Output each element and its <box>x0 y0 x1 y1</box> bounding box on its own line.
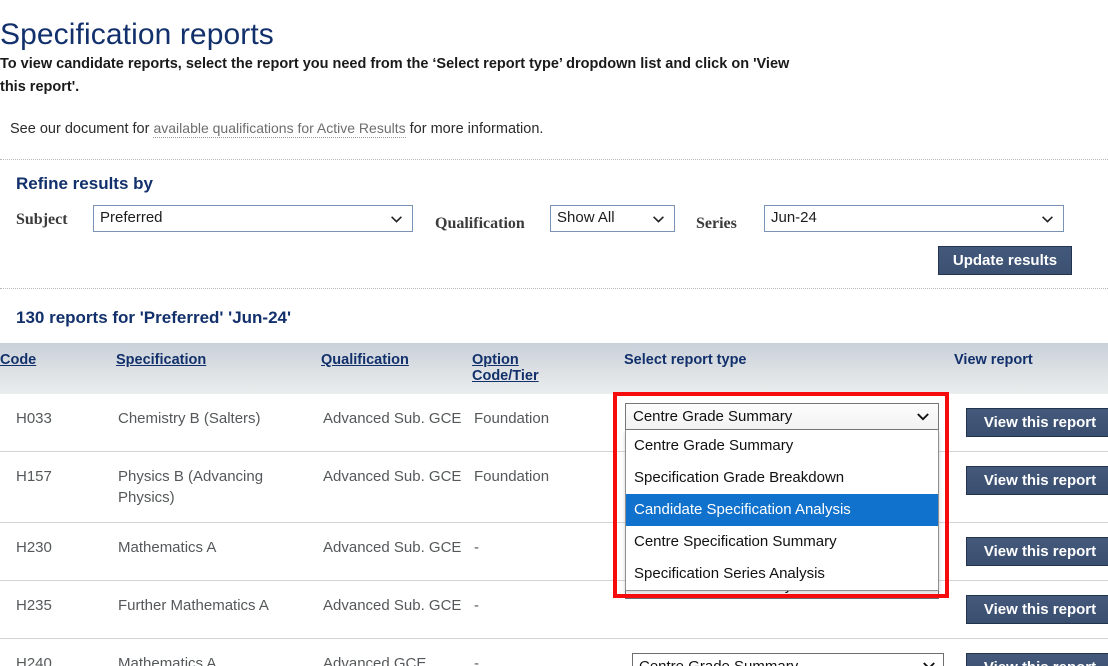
view-this-report-button[interactable]: View this report <box>966 408 1108 437</box>
column-header-option-code-tier[interactable]: Option Code/Tier <box>472 343 624 394</box>
table-header-row: Code Specification Qualification Option … <box>0 343 1108 394</box>
divider-results <box>0 288 1108 289</box>
view-this-report-button[interactable]: View this report <box>966 653 1108 666</box>
series-select[interactable]: Jun-24 <box>764 205 1064 232</box>
report-type-select[interactable]: Centre Grade Summary <box>632 653 944 666</box>
document-info-line: See our document for available qualifica… <box>10 120 543 137</box>
column-header-view-report-label: View report <box>954 352 1033 368</box>
cell-option-code-tier: - <box>472 639 624 666</box>
cell-specification: Physics B (Advancing Physics) <box>116 452 321 523</box>
table-row: H235 Further Mathematics A Advanced Sub.… <box>0 581 1108 639</box>
report-type-select-wrap: Centre Grade Summary <box>632 653 944 666</box>
column-header-option-line1[interactable]: Option <box>472 352 519 368</box>
reports-table-wrap: Code Specification Qualification Option … <box>0 343 1108 666</box>
refine-results-heading: Refine results by <box>16 174 153 194</box>
results-count-text: 130 reports for 'Preferred' 'Jun-24' <box>16 308 291 328</box>
cell-qualification: Advanced Sub. GCE <box>321 452 472 523</box>
cell-view-report: View this report <box>954 394 1108 452</box>
table-row: H157 Physics B (Advancing Physics) Advan… <box>0 452 1108 523</box>
cell-option-code-tier: - <box>472 581 624 639</box>
cell-specification: Mathematics A <box>116 523 321 581</box>
cell-view-report: View this report <box>954 452 1108 523</box>
cell-specification: Further Mathematics A <box>116 581 321 639</box>
cell-code: H240 <box>0 639 116 666</box>
column-header-code-label[interactable]: Code <box>0 352 36 368</box>
column-header-select-report-type: Select report type <box>624 343 954 394</box>
report-type-option-specification-series-analysis[interactable]: Specification Series Analysis <box>626 558 938 590</box>
table-row: H240 Mathematics A Advanced GCE - Centre… <box>0 639 1108 666</box>
qualification-select[interactable]: Show All <box>550 205 675 232</box>
cell-view-report: View this report <box>954 639 1108 666</box>
series-label: Series <box>696 215 737 233</box>
subject-label: Subject <box>16 211 68 229</box>
cell-view-report: View this report <box>954 523 1108 581</box>
specification-reports-page: Specification reports To view candidate … <box>0 0 1108 666</box>
cell-qualification: Advanced Sub. GCE <box>321 581 472 639</box>
report-type-option-candidate-specification-analysis[interactable]: Candidate Specification Analysis <box>626 494 938 526</box>
view-this-report-button[interactable]: View this report <box>966 537 1108 566</box>
cell-code: H235 <box>0 581 116 639</box>
cell-code: H033 <box>0 394 116 452</box>
cell-qualification: Advanced GCE <box>321 639 472 666</box>
report-type-option-list[interactable]: Centre Grade Summary Specification Grade… <box>625 430 939 591</box>
column-header-qualification[interactable]: Qualification <box>321 343 472 394</box>
column-header-option-line2[interactable]: Code/Tier <box>472 368 539 384</box>
cell-specification: Mathematics A <box>116 639 321 666</box>
cell-qualification: Advanced Sub. GCE <box>321 523 472 581</box>
report-type-option-centre-specification-summary[interactable]: Centre Specification Summary <box>626 526 938 558</box>
column-header-code[interactable]: Code <box>0 343 116 394</box>
cell-report-type: Centre Grade Summary <box>624 639 954 666</box>
table-row: H033 Chemistry B (Salters) Advanced Sub.… <box>0 394 1108 452</box>
column-header-qualification-label[interactable]: Qualification <box>321 352 409 368</box>
open-dropdown-closed-value[interactable]: Centre Grade Summary <box>625 403 939 430</box>
intro-text: To view candidate reports, select the re… <box>0 53 800 99</box>
cell-qualification: Advanced Sub. GCE <box>321 394 472 452</box>
open-report-type-dropdown[interactable]: Centre Grade Summary Centre Grade Summar… <box>625 403 939 591</box>
cell-code: H157 <box>0 452 116 523</box>
column-header-view-report: View report <box>954 343 1108 394</box>
cell-option-code-tier: Foundation <box>472 452 624 523</box>
reports-table-body: H033 Chemistry B (Salters) Advanced Sub.… <box>0 394 1108 666</box>
cell-code: H230 <box>0 523 116 581</box>
cell-view-report: View this report <box>954 581 1108 639</box>
column-header-specification[interactable]: Specification <box>116 343 321 394</box>
qualification-label: Qualification <box>435 215 525 233</box>
doc-suffix-text: for more information. <box>406 121 544 137</box>
open-dropdown-value-text: Centre Grade Summary <box>633 408 792 425</box>
table-row: H230 Mathematics A Advanced Sub. GCE - V… <box>0 523 1108 581</box>
column-header-specification-label[interactable]: Specification <box>116 352 206 368</box>
doc-prefix-text: See our document for <box>10 121 153 137</box>
cell-option-code-tier: Foundation <box>472 394 624 452</box>
cell-option-code-tier: - <box>472 523 624 581</box>
column-header-select-report-type-label: Select report type <box>624 352 747 368</box>
report-type-option-specification-grade-breakdown[interactable]: Specification Grade Breakdown <box>626 462 938 494</box>
chevron-down-icon <box>917 413 929 421</box>
reports-table-head: Code Specification Qualification Option … <box>0 343 1108 394</box>
update-results-button[interactable]: Update results <box>938 246 1072 275</box>
cell-specification: Chemistry B (Salters) <box>116 394 321 452</box>
page-title: Specification reports <box>0 18 274 52</box>
view-this-report-button[interactable]: View this report <box>966 595 1108 624</box>
available-qualifications-link[interactable]: available qualifications for Active Resu… <box>153 120 405 138</box>
reports-table: Code Specification Qualification Option … <box>0 343 1108 666</box>
report-type-option-centre-grade-summary[interactable]: Centre Grade Summary <box>626 430 938 462</box>
view-this-report-button[interactable]: View this report <box>966 466 1108 495</box>
divider-top <box>0 159 1108 160</box>
subject-select[interactable]: Preferred <box>93 205 413 232</box>
